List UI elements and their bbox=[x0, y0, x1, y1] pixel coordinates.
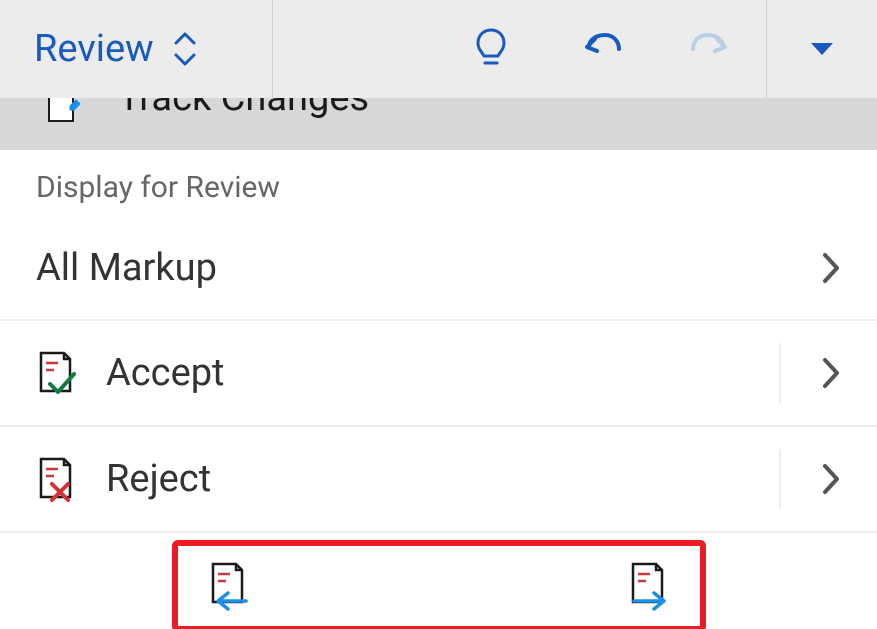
undo-icon bbox=[579, 29, 623, 69]
overflow-button[interactable] bbox=[767, 0, 877, 98]
toolbar-actions bbox=[436, 0, 877, 98]
nav-row bbox=[0, 533, 877, 629]
accept-icon bbox=[36, 350, 78, 396]
accept-label: Accept bbox=[106, 351, 225, 395]
chevron-right-icon[interactable] bbox=[821, 462, 841, 496]
track-changes-icon bbox=[46, 98, 82, 124]
toolbar: Review bbox=[0, 0, 877, 98]
display-for-review-label: Display for Review bbox=[0, 150, 877, 215]
all-markup-label: All Markup bbox=[36, 246, 217, 290]
redo-icon bbox=[689, 29, 733, 69]
previous-change-button[interactable] bbox=[206, 561, 252, 611]
tab-review-label: Review bbox=[34, 27, 154, 71]
next-change-button[interactable] bbox=[626, 561, 672, 611]
redo-button[interactable] bbox=[656, 0, 766, 98]
chevron-right-icon[interactable] bbox=[821, 356, 841, 390]
reject-label: Reject bbox=[106, 457, 211, 501]
track-changes-row[interactable]: Track Changes bbox=[0, 98, 877, 150]
track-changes-label: Track Changes bbox=[118, 98, 369, 120]
lightbulb-icon bbox=[474, 27, 508, 71]
reject-row[interactable]: Reject bbox=[0, 427, 877, 533]
accept-row[interactable]: Accept bbox=[0, 321, 877, 427]
divider bbox=[272, 0, 273, 98]
tab-dropdown-icon bbox=[172, 29, 198, 69]
lightbulb-button[interactable] bbox=[436, 0, 546, 98]
all-markup-row[interactable]: All Markup bbox=[0, 215, 877, 321]
caret-down-icon bbox=[809, 41, 835, 57]
chevron-right-icon bbox=[821, 251, 841, 285]
undo-button[interactable] bbox=[546, 0, 656, 98]
tab-review[interactable]: Review bbox=[0, 0, 198, 98]
divider bbox=[779, 343, 781, 403]
nav-highlight-box bbox=[172, 540, 706, 629]
divider bbox=[779, 449, 781, 509]
reject-icon bbox=[36, 456, 78, 502]
